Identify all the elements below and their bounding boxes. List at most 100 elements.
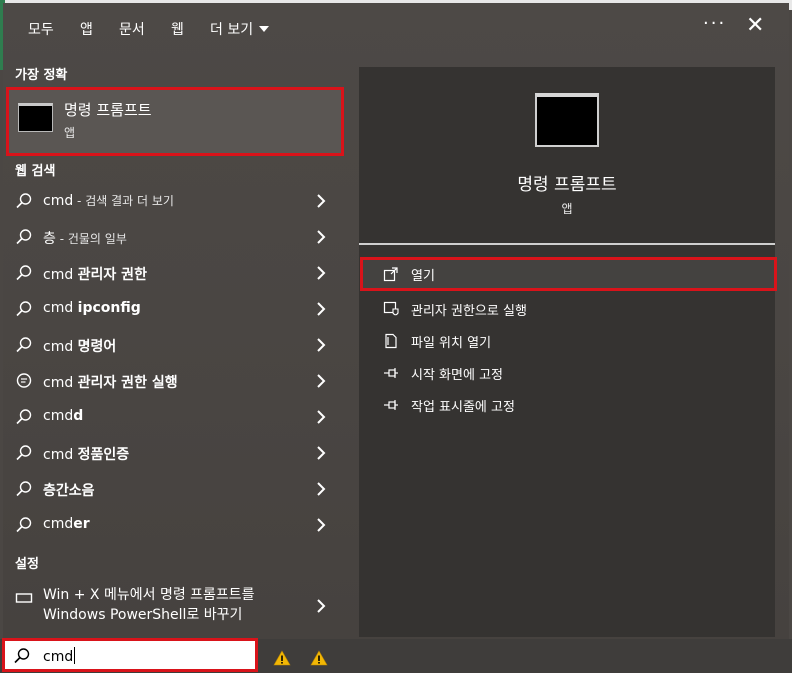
- action-label: 시작 화면에 고정: [411, 368, 503, 383]
- web-result-label: cmd - 검색 결과 더 보기: [43, 192, 174, 209]
- details-subtitle: 앱: [561, 202, 573, 216]
- tab-more[interactable]: 더 보기: [210, 19, 270, 39]
- action-label: 열기: [411, 269, 435, 284]
- result-bold: 정품인증: [77, 447, 130, 463]
- settings-header: 설정: [15, 557, 39, 572]
- web-result-row[interactable]: cmd 관리자 권한: [3, 255, 343, 291]
- result-bold: d: [73, 408, 84, 424]
- search-input-value: cmd: [43, 647, 76, 665]
- action-label: 파일 위치 열기: [411, 336, 492, 351]
- result-prefix: cmd: [43, 300, 78, 316]
- details-panel: 명령 프롬프트 앱 열기관리자 권한으로 실행파일 위치 열기시작 화면에 고정…: [359, 67, 777, 637]
- display-icon: [15, 593, 33, 603]
- web-result-label: cmdd: [43, 408, 83, 424]
- pin-icon: [384, 368, 398, 378]
- open-icon: [383, 267, 398, 282]
- web-search-header: 웹 검색: [15, 164, 56, 179]
- chevron-right-icon: [317, 230, 326, 244]
- tab-apps[interactable]: 앱: [80, 19, 93, 39]
- web-result-row[interactable]: 층간소음: [3, 471, 343, 507]
- tab-documents[interactable]: 문서: [119, 19, 145, 39]
- command-prompt-large-icon: [535, 93, 599, 147]
- tab-all[interactable]: 모두: [28, 19, 54, 39]
- chevron-right-icon: [317, 482, 326, 496]
- chevron-right-icon: [317, 302, 326, 316]
- search-icon: [16, 445, 32, 461]
- best-match-title: 명령 프롬프트: [64, 101, 152, 119]
- search-icon: [16, 229, 32, 245]
- result-prefix: cmd: [43, 516, 74, 532]
- action-label: 관리자 권한으로 실행: [411, 304, 527, 319]
- chat-icon: [16, 373, 32, 388]
- web-result-row[interactable]: cmd 정품인증: [3, 435, 343, 471]
- tab-web[interactable]: 웹: [171, 19, 184, 39]
- web-result-label: cmd 정품인증: [43, 444, 129, 464]
- action-item[interactable]: 작업 표시줄에 고정: [359, 389, 775, 421]
- web-result-label: cmd 명령어: [43, 336, 116, 356]
- search-input[interactable]: cmd: [2, 638, 258, 672]
- search-icon: [16, 265, 32, 281]
- action-item[interactable]: 시작 화면에 고정: [359, 357, 775, 389]
- chevron-right-icon: [317, 266, 326, 280]
- caret-down-icon: [259, 26, 270, 32]
- result-bold: er: [73, 516, 90, 532]
- details-title: 명령 프롬프트: [517, 175, 617, 195]
- settings-item-label: Win + X 메뉴에서 명령 프롬프트를 Windows PowerShell…: [43, 585, 255, 625]
- divider: [359, 243, 775, 245]
- command-prompt-icon: [18, 103, 53, 132]
- search-icon: [16, 337, 32, 353]
- web-result-row[interactable]: 층 - 건물의 일부: [3, 219, 343, 255]
- web-result-row[interactable]: cmder: [3, 507, 343, 543]
- action-item[interactable]: 열기: [360, 257, 777, 291]
- result-bold: ipconfig: [77, 300, 141, 316]
- filter-tabs: 모두 앱 문서 웹 더 보기 ··· ✕: [3, 3, 789, 53]
- web-result-label: cmd 관리자 권한: [43, 264, 147, 284]
- web-result-row[interactable]: cmd - 검색 결과 더 보기: [3, 183, 343, 219]
- result-bold: 관리자 권한 실행: [77, 375, 178, 391]
- result-prefix: cmd: [43, 339, 78, 355]
- search-window: 모두 앱 문서 웹 더 보기 ··· ✕ 가장 정확 명령 프롬프트 앱 웹 검…: [3, 3, 789, 639]
- settings-item-line1: Win + X 메뉴에서 명령 프롬프트를: [43, 587, 255, 603]
- chevron-right-icon: [317, 518, 326, 532]
- result-hint: - 건물의 일부: [55, 232, 127, 246]
- result-hint: - 검색 결과 더 보기: [73, 194, 174, 208]
- web-result-row[interactable]: cmd ipconfig: [3, 291, 343, 327]
- search-icon: [16, 193, 32, 209]
- web-result-label: cmder: [43, 516, 90, 532]
- settings-item-line2: Windows PowerShell로 바꾸기: [43, 607, 243, 623]
- search-value-text: cmd: [43, 649, 74, 665]
- best-match-item[interactable]: 명령 프롬프트 앱: [6, 87, 344, 156]
- search-icon: [16, 301, 32, 317]
- chevron-right-icon: [317, 194, 326, 208]
- warning-icon[interactable]: [310, 650, 328, 666]
- more-options-icon[interactable]: ···: [703, 13, 726, 34]
- web-result-row[interactable]: cmd 관리자 권한 실행: [3, 363, 343, 399]
- chevron-right-icon: [317, 338, 326, 352]
- result-prefix: cmd: [43, 193, 74, 209]
- chevron-right-icon: [317, 410, 326, 424]
- result-prefix: cmd: [43, 447, 78, 463]
- chevron-right-icon: [317, 446, 326, 460]
- web-result-row[interactable]: cmd 명령어: [3, 327, 343, 363]
- settings-item[interactable]: Win + X 메뉴에서 명령 프롬프트를 Windows PowerShell…: [3, 583, 343, 631]
- search-icon: [16, 517, 32, 533]
- web-result-label: 층 - 건물의 일부: [43, 228, 127, 248]
- result-prefix: cmd: [43, 408, 74, 424]
- tab-more-label: 더 보기: [210, 22, 254, 38]
- web-result-row[interactable]: cmdd: [3, 399, 343, 435]
- text-cursor: [74, 647, 76, 664]
- search-icon: [14, 648, 30, 664]
- search-icon: [16, 409, 32, 425]
- action-item[interactable]: 관리자 권한으로 실행: [359, 293, 775, 325]
- web-result-label: 층간소음: [43, 480, 95, 500]
- search-icon: [16, 481, 32, 497]
- result-prefix: cmd: [43, 375, 78, 391]
- close-icon[interactable]: ✕: [746, 15, 764, 37]
- web-result-label: cmd 관리자 권한 실행: [43, 372, 178, 392]
- chevron-right-icon: [317, 599, 326, 613]
- warning-icon[interactable]: [273, 650, 291, 666]
- action-label: 작업 표시줄에 고정: [411, 400, 515, 415]
- best-match-header: 가장 정확: [15, 68, 68, 83]
- action-item[interactable]: 파일 위치 열기: [359, 325, 775, 357]
- shield-icon: [383, 301, 399, 316]
